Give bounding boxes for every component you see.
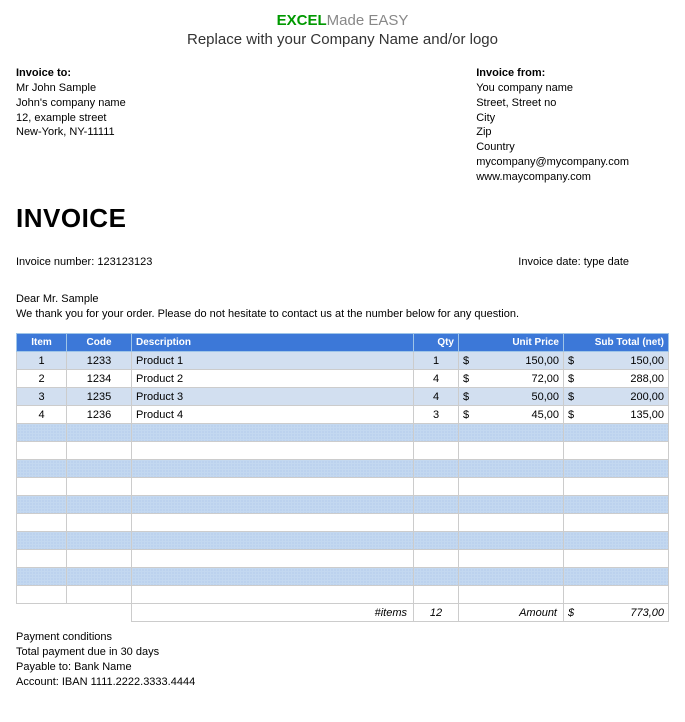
- invoice-title: INVOICE: [16, 203, 669, 234]
- totals-row: #items 12 Amount $773,00: [17, 604, 669, 622]
- table-row-empty: [17, 424, 669, 442]
- table-row-empty: [17, 496, 669, 514]
- invoice-date-label: Invoice date:: [518, 256, 580, 268]
- table-row-empty: [17, 478, 669, 496]
- invoice-to-line: John's company name: [16, 96, 126, 111]
- items-table: Item Code Description Qty Unit Price Sub…: [16, 333, 669, 622]
- col-unit: Unit Price: [459, 334, 564, 352]
- cell-qty: 4: [414, 370, 459, 388]
- table-row-empty: [17, 586, 669, 604]
- header-logo: EXCELMade EASY Replace with your Company…: [16, 8, 669, 48]
- cell-sub: $150,00: [564, 352, 669, 370]
- invoice-from-line: Country: [476, 140, 629, 155]
- invoice-to-block: Invoice to: Mr John Sample John's compan…: [16, 66, 126, 185]
- cell-item: 4: [17, 406, 67, 424]
- table-row-empty: [17, 568, 669, 586]
- cell-sub: $288,00: [564, 370, 669, 388]
- invoice-to-label: Invoice to:: [16, 66, 126, 81]
- invoice-date: Invoice date: type date: [518, 256, 629, 268]
- cell-sub: $135,00: [564, 406, 669, 424]
- cell-code: 1234: [67, 370, 132, 388]
- invoice-from-line: You company name: [476, 81, 629, 96]
- invoice-to-line: 12, example street: [16, 111, 126, 126]
- table-row-empty: [17, 442, 669, 460]
- col-desc: Description: [132, 334, 414, 352]
- footer-line: Payment conditions: [16, 630, 669, 645]
- cell-desc: Product 2: [132, 370, 414, 388]
- cell-code: 1235: [67, 388, 132, 406]
- invoice-from-line: mycompany@mycompany.com: [476, 155, 629, 170]
- table-header-row: Item Code Description Qty Unit Price Sub…: [17, 334, 669, 352]
- invoice-number: Invoice number: 123123123: [16, 256, 152, 268]
- cell-unit: $72,00: [459, 370, 564, 388]
- cell-desc: Product 3: [132, 388, 414, 406]
- invoice-from-line: Street, Street no: [476, 96, 629, 111]
- invoice-to-line: Mr John Sample: [16, 81, 126, 96]
- cell-qty: 1: [414, 352, 459, 370]
- table-row-empty: [17, 550, 669, 568]
- table-row: 31235Product 34$50,00$200,00: [17, 388, 669, 406]
- table-row: 41236Product 43$45,00$135,00: [17, 406, 669, 424]
- amount-label: Amount: [459, 604, 564, 622]
- invoice-from-block: Invoice from: You company name Street, S…: [476, 66, 629, 185]
- cell-qty: 4: [414, 388, 459, 406]
- cell-item: 1: [17, 352, 67, 370]
- table-row-empty: [17, 532, 669, 550]
- cell-unit: $150,00: [459, 352, 564, 370]
- payment-footer: Payment conditions Total payment due in …: [16, 630, 669, 689]
- footer-line: Account: IBAN 1111.2222.3333.4444: [16, 675, 669, 690]
- invoice-date-value: type date: [584, 256, 629, 268]
- invoice-from-line: www.maycompany.com: [476, 170, 629, 185]
- items-count-label: #items: [132, 604, 414, 622]
- table-row-empty: [17, 460, 669, 478]
- cell-desc: Product 1: [132, 352, 414, 370]
- amount-value: $773,00: [564, 604, 669, 622]
- cell-sub: $200,00: [564, 388, 669, 406]
- col-sub: Sub Total (net): [564, 334, 669, 352]
- table-row: 21234Product 24$72,00$288,00: [17, 370, 669, 388]
- logo-part2: Made EASY: [327, 12, 409, 29]
- tagline: Replace with your Company Name and/or lo…: [16, 31, 669, 48]
- greeting-line: Dear Mr. Sample: [16, 292, 669, 307]
- logo-part1: EXCEL: [277, 12, 327, 29]
- col-item: Item: [17, 334, 67, 352]
- cell-unit: $50,00: [459, 388, 564, 406]
- table-row: 11233Product 11$150,00$150,00: [17, 352, 669, 370]
- footer-line: Payable to: Bank Name: [16, 660, 669, 675]
- invoice-from-line: Zip: [476, 125, 629, 140]
- invoice-to-line: New-York, NY-11111: [16, 125, 126, 140]
- invoice-from-line: City: [476, 111, 629, 126]
- thanks-line: We thank you for your order. Please do n…: [16, 307, 669, 322]
- cell-item: 2: [17, 370, 67, 388]
- invoice-from-label: Invoice from:: [476, 66, 629, 81]
- col-qty: Qty: [414, 334, 459, 352]
- footer-line: Total payment due in 30 days: [16, 645, 669, 660]
- cell-qty: 3: [414, 406, 459, 424]
- table-row-empty: [17, 514, 669, 532]
- cell-code: 1236: [67, 406, 132, 424]
- items-count-value: 12: [414, 604, 459, 622]
- invoice-number-label: Invoice number:: [16, 256, 94, 268]
- cell-desc: Product 4: [132, 406, 414, 424]
- invoice-number-value: 123123123: [97, 256, 152, 268]
- cell-item: 3: [17, 388, 67, 406]
- cell-code: 1233: [67, 352, 132, 370]
- col-code: Code: [67, 334, 132, 352]
- cell-unit: $45,00: [459, 406, 564, 424]
